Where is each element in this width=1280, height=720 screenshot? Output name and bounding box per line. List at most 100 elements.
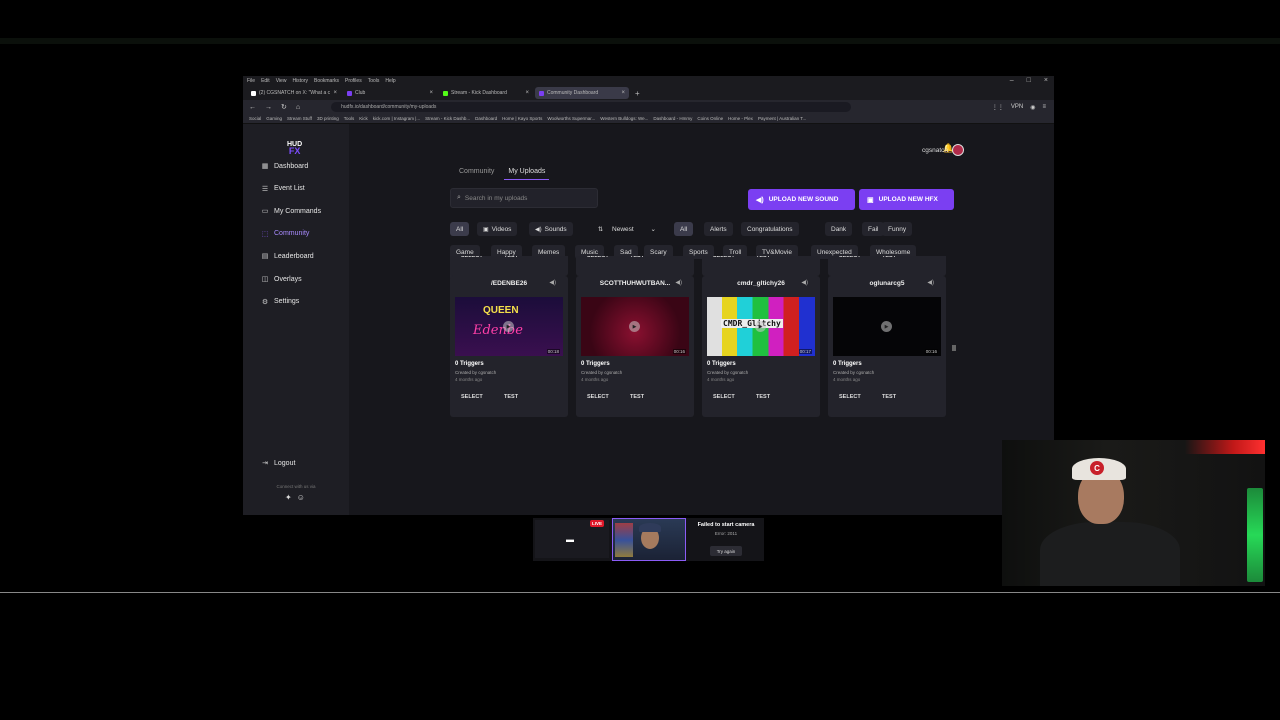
camera-preview[interactable] [612,518,686,561]
tab-community[interactable]: Community [455,166,498,180]
home-icon[interactable]: ⌂ [296,104,300,111]
close-icon[interactable]: × [1044,77,1048,84]
reload-icon[interactable]: ↻ [281,103,287,111]
select-button[interactable]: SELECT [713,390,735,403]
test-button[interactable]: TEST [756,256,770,262]
upload-card[interactable]: /EDENBE26 ◀) QUEEN Edenbe ▶ 00:18 0 Triggers Cr… [450,276,568,417]
card-thumbnail[interactable]: CMDR_Glitchy ▶ 00:17 [707,297,815,356]
twitter-icon[interactable]: ✦ [285,493,292,502]
menu-item[interactable]: View [276,78,287,84]
menu-item[interactable]: Bookmarks [314,78,339,84]
volume-icon[interactable]: ◀) [801,279,808,286]
forward-icon[interactable]: → [265,104,272,111]
play-icon[interactable]: ▶ [881,321,892,332]
filter-type-sounds[interactable]: ◀) Sounds [529,222,573,236]
user-menu[interactable]: cgsnatch [922,144,964,156]
back-icon[interactable]: ← [249,104,256,111]
extensions-icon[interactable]: ⋮⋮ [992,104,1004,111]
search-input[interactable]: ⌕ Search in my uploads [450,188,598,208]
address-bar[interactable]: hudfx.io/dashboard/community/my-uploads [331,102,852,112]
tab-my-uploads[interactable]: My Uploads [504,166,550,180]
bookmark-item[interactable]: Tools [344,116,355,121]
bookmark-item[interactable]: Stream Stuff [287,116,312,121]
new-tab-icon[interactable]: + [635,89,640,98]
upload-hfx-button[interactable]: ▣ UPLOAD NEW HFX [859,189,954,210]
sidebar-item-settings[interactable]: ⚙ Settings [261,295,345,309]
card-thumbnail[interactable]: QUEEN Edenbe ▶ 00:18 [455,297,563,356]
sidebar-item-dashboard[interactable]: ▦ Dashboard [261,159,345,173]
minimize-icon[interactable]: – [1010,77,1014,84]
browser-tab[interactable]: (2) CGSNATCH on X: "What a c × [247,87,341,99]
try-again-button[interactable]: Try again [710,546,742,556]
menu-item[interactable]: Tools [368,78,380,84]
tab-close-icon[interactable]: × [333,90,337,96]
bookmark-item[interactable]: Coins Online [697,116,723,121]
tab-close-icon[interactable]: × [621,90,625,96]
play-icon[interactable]: ▶ [503,321,514,332]
sidebar-item-leaderboard[interactable]: ▤ Leaderboard [261,249,345,263]
test-button[interactable]: TEST [756,390,770,403]
upload-card[interactable]: ▶00:190 TriggersCreated by cgsnatch4 mon… [576,256,694,276]
select-button[interactable]: SELECT [839,390,861,403]
upload-card[interactable]: ▶00:160 TriggersCreated by cgsnatch4 mon… [828,256,946,276]
sidebar-item-my-commands[interactable]: ▭ My Commands [261,204,345,218]
menu-item[interactable]: File [247,78,255,84]
bookmark-item[interactable]: Dashboard [475,116,497,121]
tab-close-icon[interactable]: × [429,90,433,96]
menu-item[interactable]: Help [385,78,395,84]
filter-type-all[interactable]: All [450,222,470,236]
menu-icon[interactable]: ≡ [1042,104,1046,111]
scrollbar[interactable] [952,257,956,514]
bookmark-item[interactable]: Dashboard - Hmmy [653,116,692,121]
maximize-icon[interactable]: □ [1027,77,1031,84]
select-button[interactable]: SELECT [587,390,609,403]
menu-item[interactable]: Profiles [345,78,362,84]
upload-card[interactable]: SCOTTHUHWUTBAN... ◀) ▶ 00:16 0 Triggers Creat… [576,276,694,417]
upload-card[interactable]: cmdr_gltichy26 ◀) CMDR_Glitchy ▶ 00:17 0 Trig… [702,276,820,417]
volume-icon[interactable]: ◀) [927,279,934,286]
category-chip-funny[interactable]: Funny [882,222,913,236]
browser-tab[interactable]: Club × [343,87,437,99]
bookmark-item[interactable]: Western Bulldogs: We... [600,116,648,121]
test-button[interactable]: TEST [882,390,896,403]
upload-card[interactable]: ▶00:190 TriggersCreated by cgsnatch4 mon… [450,256,568,276]
card-thumbnail[interactable]: ▶ 00:16 [833,297,941,356]
bookmark-item[interactable]: Payment | Australian T... [758,116,806,121]
logout-button[interactable]: ⇥ Logout [261,456,345,470]
volume-icon[interactable]: ◀) [549,279,556,286]
bookmark-item[interactable]: Gaming [266,116,282,121]
select-button[interactable]: SELECT [587,256,609,262]
bookmark-item[interactable]: kick.com | Instagram |... [373,116,420,121]
discord-icon[interactable]: ☺ [297,493,305,502]
sort-select[interactable]: ⇅ Newest ⌄ [592,222,662,236]
test-button[interactable]: TEST [504,256,518,262]
select-button[interactable]: SELECT [461,256,483,262]
vpn-badge[interactable]: VPN [1011,104,1023,111]
tab-close-icon[interactable]: × [525,90,529,96]
select-button[interactable]: SELECT [839,256,861,262]
browser-tab[interactable]: Community Dashboard × [535,87,629,99]
menu-item[interactable]: Edit [261,78,270,84]
sidebar-item-overlays[interactable]: ◫ Overlays [261,272,345,286]
upload-card[interactable]: oglunarcg5 ◀) ▶ 00:16 0 Triggers Created by c… [828,276,946,417]
hudfx-logo[interactable]: HUD FX [287,141,302,156]
category-chip-congratulations[interactable]: Congratulations [741,222,799,236]
bookmark-item[interactable]: Social [249,116,261,121]
bookmark-item[interactable]: Home - Plex [728,116,753,121]
bookmark-item[interactable]: Stream - Kick Dashb... [425,116,470,121]
test-button[interactable]: TEST [630,390,644,403]
play-icon[interactable]: ▶ [629,321,640,332]
bookmark-item[interactable]: Woolworths Supermar... [547,116,595,121]
select-button[interactable]: SELECT [713,256,735,262]
test-button[interactable]: TEST [504,390,518,403]
sidebar-item-community[interactable]: ⬚ Community [261,227,345,241]
volume-icon[interactable]: ◀) [675,279,682,286]
upload-sound-button[interactable]: ◀) UPLOAD NEW SOUND [748,189,855,210]
sidebar-item-event-list[interactable]: ☰ Event List [261,182,345,196]
play-icon[interactable]: ▶ [755,321,766,332]
category-chip-all[interactable]: All [674,222,694,236]
test-button[interactable]: TEST [630,256,644,262]
bookmark-item[interactable]: Kick [359,116,368,121]
profile-icon[interactable]: ◉ [1030,104,1035,111]
card-thumbnail[interactable]: ▶ 00:16 [581,297,689,356]
